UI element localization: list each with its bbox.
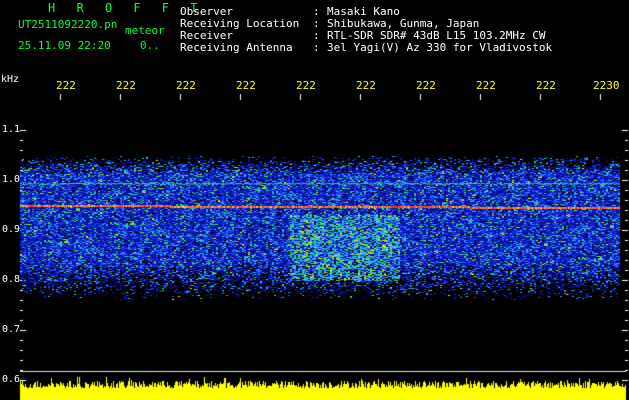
freq-tick: 1.1 [2,124,21,135]
info-colon: : [313,41,320,54]
freq-tick: 0.8 [2,274,21,285]
time-tick: 222 [536,79,556,92]
time-tick: 222 [176,79,196,92]
freq-tick: 0.7 [2,324,21,335]
freq-tick: 0.6 [2,374,21,385]
time-tick: 222 [56,79,76,92]
info-value-antenna: 3el Yagi(V) Az 330 for Vladivostok [327,41,553,54]
freq-unit-label: kHz [1,74,20,85]
time-tick: 222 [416,79,436,92]
time-tick: 222 [116,79,136,92]
time-tick: 2230 [593,79,620,92]
spectrogram-canvas [0,0,629,400]
time-tick: 222 [236,79,256,92]
time-tick: 222 [296,79,316,92]
file-name: UT2511092220.pn [18,18,118,31]
time-tick: 222 [476,79,496,92]
time-tick: 222 [356,79,376,92]
meteor-count: 0.. [140,39,160,52]
freq-tick: 1.0 [2,174,21,185]
info-label-antenna: Receiving Antenna [180,41,293,54]
freq-tick: 0.9 [2,224,21,235]
timestamp: 25.11.09 22:20 [18,39,111,52]
meteor-label: meteor [125,24,165,37]
